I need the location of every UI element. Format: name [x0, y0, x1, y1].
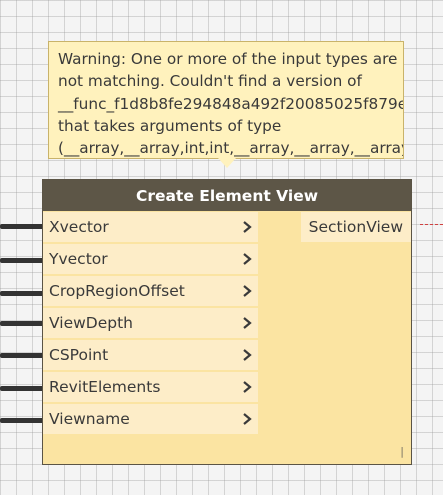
port-label: CropRegionOffset	[49, 282, 185, 300]
input-port-revitelements[interactable]: RevitElements	[43, 372, 258, 402]
tooltip-line: __func_f1d8b8fe294848a492f20085025f879e	[58, 94, 404, 113]
chevron-right-icon[interactable]	[240, 409, 254, 429]
port-label: CSPoint	[49, 346, 109, 364]
input-port-viewdepth[interactable]: ViewDepth	[43, 308, 258, 338]
tooltip-line: not matching. Couldn't find a version of	[58, 72, 362, 91]
input-port-yvector[interactable]: Yvector	[43, 244, 258, 274]
input-port-viewname[interactable]: Viewname	[43, 404, 258, 434]
graph-canvas[interactable]: Warning: One or more of the input types …	[0, 0, 443, 495]
port-label: Xvector	[49, 218, 109, 236]
tooltip-line: that takes arguments of type	[58, 116, 282, 135]
input-wire-viewname[interactable]	[0, 418, 44, 423]
input-wire-viewdepth[interactable]	[0, 321, 44, 326]
node-title-bar[interactable]: Create Element View	[43, 180, 411, 211]
input-wire-yvector[interactable]	[0, 258, 44, 263]
tooltip-pointer	[218, 158, 236, 168]
input-wire-revitelements[interactable]	[0, 386, 44, 391]
chevron-right-icon[interactable]	[240, 345, 254, 365]
input-ports: Xvector Yvector CropRegionOffset ViewDep…	[43, 212, 258, 436]
input-port-cropregionoffset[interactable]: CropRegionOffset	[43, 276, 258, 306]
chevron-right-icon[interactable]	[240, 249, 254, 269]
node-title: Create Element View	[135, 186, 319, 205]
tooltip-line: (__array,__array,int,int,__array,__array…	[58, 139, 404, 158]
port-label: Yvector	[49, 250, 108, 268]
chevron-right-icon[interactable]	[240, 217, 254, 237]
input-wire-cspoint[interactable]	[0, 353, 44, 358]
output-ports: SectionView	[300, 212, 411, 242]
port-label: SectionView	[308, 218, 403, 236]
input-wire-cropregionoffset[interactable]	[0, 291, 44, 296]
output-port-sectionview[interactable]: SectionView	[300, 212, 411, 242]
create-element-view-node[interactable]: Create Element View Xvector Yvector Crop…	[42, 179, 412, 465]
chevron-right-icon[interactable]	[240, 313, 254, 333]
input-port-xvector[interactable]: Xvector	[43, 212, 258, 242]
port-label: ViewDepth	[49, 314, 133, 332]
selection-guide-line	[420, 224, 443, 225]
chevron-right-icon[interactable]	[240, 281, 254, 301]
tooltip-line: Warning: One or more of the input types …	[58, 50, 398, 68]
port-label: RevitElements	[49, 378, 161, 396]
port-label: Viewname	[49, 410, 130, 428]
input-wire-xvector[interactable]	[0, 224, 44, 229]
chevron-right-icon[interactable]	[240, 377, 254, 397]
warning-tooltip: Warning: One or more of the input types …	[48, 41, 404, 159]
resize-handle[interactable]: |	[400, 445, 404, 458]
input-port-cspoint[interactable]: CSPoint	[43, 340, 258, 370]
